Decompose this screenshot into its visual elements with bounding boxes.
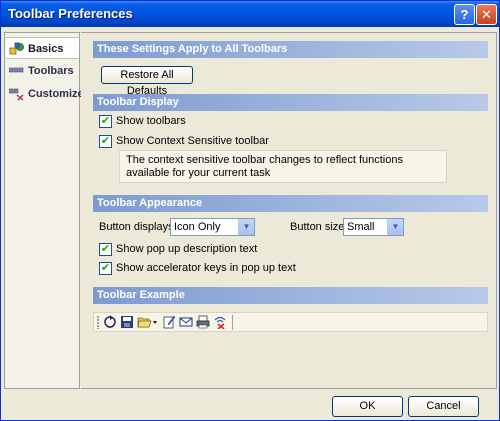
show-popup-checkbox[interactable]: ✔	[99, 243, 112, 256]
section-header-all-toolbars: These Settings Apply to All Toolbars	[93, 41, 488, 58]
show-toolbars-checkbox[interactable]: ✔	[99, 115, 112, 128]
sidebar: Basics Toolbars Customize	[4, 32, 84, 389]
disconnect-icon[interactable]	[213, 315, 227, 330]
sidebar-item-toolbars[interactable]: Toolbars	[6, 60, 79, 82]
sidebar-item-label: Toolbars	[28, 65, 74, 77]
open-folder-icon[interactable]	[137, 315, 159, 329]
show-toolbars-label: Show toolbars	[116, 115, 186, 127]
button-displays-value: Icon Only	[174, 221, 221, 233]
toolbar-preferences-window: Toolbar Preferences ? ✕ Basics Toolbars …	[0, 0, 500, 421]
section-header-toolbar-example: Toolbar Example	[93, 287, 488, 304]
toolbar-separator	[232, 315, 233, 330]
show-popup-label: Show pop up description text	[116, 243, 258, 255]
toolbar-grip[interactable]	[97, 316, 99, 329]
button-displays-select[interactable]: Icon Only ▼	[170, 218, 255, 236]
button-size-select[interactable]: Small ▼	[343, 218, 404, 236]
refresh-icon[interactable]	[103, 315, 117, 329]
save-icon[interactable]	[120, 315, 134, 329]
ok-button[interactable]: OK	[332, 396, 403, 417]
sidebar-item-customize[interactable]: Customize	[6, 83, 84, 105]
close-button[interactable]: ✕	[476, 4, 497, 25]
sidebar-item-basics[interactable]: Basics	[6, 37, 79, 59]
section-header-toolbar-appearance: Toolbar Appearance	[93, 195, 488, 212]
print-icon[interactable]	[196, 315, 210, 329]
button-size-label: Button size	[290, 221, 345, 233]
chevron-down-icon[interactable]: ▼	[238, 219, 254, 235]
button-displays-label: Button displays	[99, 221, 174, 233]
button-size-value: Small	[347, 221, 375, 233]
edit-document-icon[interactable]	[162, 315, 176, 329]
sidebar-item-label: Basics	[28, 43, 64, 55]
window-title: Toolbar Preferences	[8, 6, 133, 21]
show-accel-checkbox[interactable]: ✔	[99, 262, 112, 275]
customize-icon	[8, 87, 25, 101]
toolbar-example	[93, 312, 488, 332]
show-accel-label: Show accelerator keys in pop up text	[116, 262, 296, 274]
mail-icon[interactable]	[179, 315, 193, 329]
toolbars-icon	[8, 64, 25, 78]
cancel-button[interactable]: Cancel	[408, 396, 479, 417]
main-panel: These Settings Apply to All Toolbars Res…	[81, 32, 497, 389]
show-context-label: Show Context Sensitive toolbar	[116, 135, 269, 147]
sidebar-item-label: Customize	[28, 88, 84, 100]
context-info-box: The context sensitive toolbar changes to…	[119, 150, 447, 183]
title-bar: Toolbar Preferences ? ✕	[1, 1, 499, 27]
section-header-toolbar-display: Toolbar Display	[93, 94, 488, 111]
restore-defaults-button[interactable]: Restore All Defaults	[101, 66, 193, 97]
help-button[interactable]: ?	[454, 4, 475, 25]
chevron-down-icon[interactable]: ▼	[387, 219, 403, 235]
basics-icon	[9, 42, 25, 56]
show-context-checkbox[interactable]: ✔	[99, 135, 112, 148]
